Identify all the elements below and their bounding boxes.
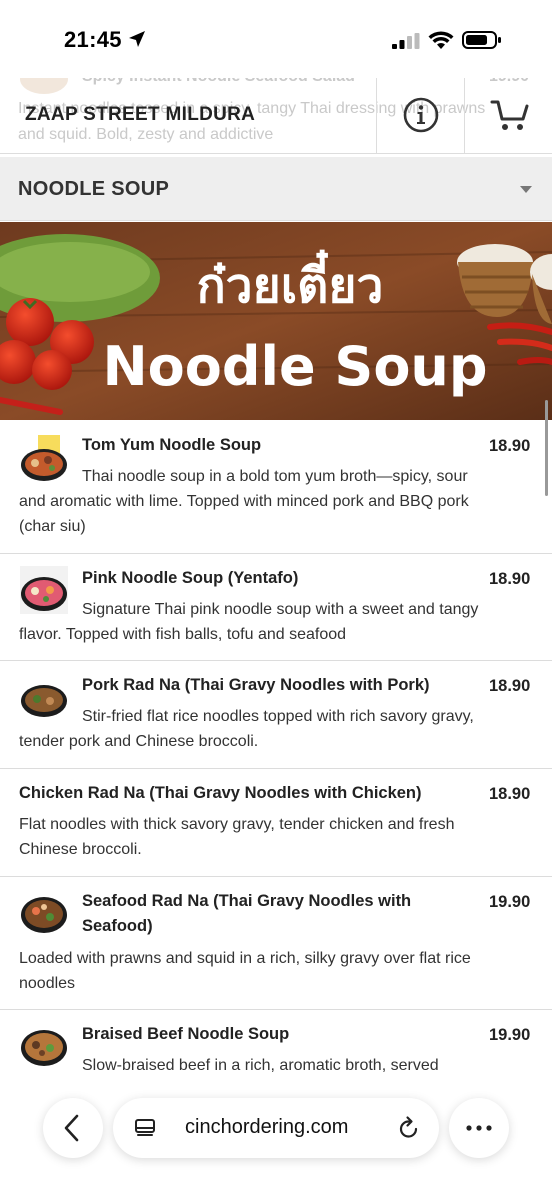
menu-item-seafood-rad-na[interactable]: Seafood Rad Na (Thai Gravy Noodles with … [0, 877, 552, 1010]
banner-english-text: Noodle Soup [102, 335, 487, 398]
cart-icon[interactable] [490, 97, 530, 133]
battery-icon [462, 31, 501, 49]
menu-item-tom-yum-noodle-soup[interactable]: Tom Yum Noodle Soup 18.90 Thai noodle so… [0, 421, 552, 554]
item-price: 18.90 [489, 570, 531, 588]
item-title: Braised Beef Noodle Soup [82, 1025, 290, 1043]
scrollbar[interactable] [545, 400, 548, 496]
menu-item-chicken-rad-na[interactable]: Chicken Rad Na (Thai Gravy Noodles with … [0, 769, 552, 877]
menu-item-pink-noodle-soup[interactable]: Pink Noodle Soup (Yentafo) 18.90 Signatu… [0, 554, 552, 661]
item-description: Stir-fried flat rice noodles topped with… [19, 708, 474, 750]
banner-thai-text: ก๋วยเตี๋ยว [197, 249, 384, 314]
address-bar[interactable]: cinchordering.com [113, 1098, 439, 1158]
info-icon[interactable] [403, 97, 439, 133]
item-price: 18.90 [489, 677, 531, 695]
item-description: Flat noodles with thick savory gravy, te… [19, 816, 455, 858]
dish-thumbnail [21, 1030, 67, 1066]
item-description: Signature Thai pink noodle soup with a s… [19, 601, 479, 643]
restaurant-name: ZAAP STREET MILDURA [25, 104, 256, 125]
dish-thumbnail [21, 897, 67, 933]
category-banner-image: ก๋วยเตี๋ยว Noodle Soup [0, 222, 552, 420]
back-chevron-icon [64, 1114, 79, 1142]
location-arrow-icon [129, 31, 145, 47]
item-description: Slow-braised beef in a rich, aromatic br… [82, 1057, 439, 1074]
tabs-icon[interactable] [133, 1116, 157, 1140]
item-description: Thai noodle soup in a bold tom yum broth… [19, 468, 469, 535]
item-title: Pink Noodle Soup (Yentafo) [82, 569, 299, 587]
item-description: Loaded with prawns and squid in a rich, … [19, 950, 471, 992]
category-header[interactable]: NOODLE SOUP [0, 157, 552, 221]
item-price: 19.90 [489, 1026, 531, 1044]
item-price: 18.90 [489, 437, 531, 455]
header-divider [376, 78, 377, 154]
header-divider [464, 78, 465, 154]
url-text: cinchordering.com [185, 1116, 349, 1138]
menu-item-pork-rad-na[interactable]: Pork Rad Na (Thai Gravy Noodles with Por… [0, 661, 552, 769]
signal-icon [392, 33, 420, 49]
caret-down-icon[interactable] [518, 184, 534, 194]
back-button[interactable] [43, 1098, 103, 1158]
more-icon [466, 1125, 492, 1131]
status-bar: 21:45 [0, 0, 552, 78]
wifi-icon [428, 31, 454, 49]
more-button[interactable] [449, 1098, 509, 1158]
item-title: Chicken Rad Na (Thai Gravy Noodles with … [19, 784, 422, 802]
app-header: ZAAP STREET MILDURA [0, 78, 552, 154]
item-price: 19.90 [489, 893, 531, 911]
status-time: 21:45 [64, 27, 122, 52]
category-title: NOODLE SOUP [18, 178, 170, 200]
reload-icon[interactable] [397, 1115, 421, 1141]
item-title: Seafood Rad Na (Thai Gravy Noodles with … [82, 892, 412, 935]
item-title: Pork Rad Na (Thai Gravy Noodles with Por… [82, 676, 430, 694]
item-price: 18.90 [489, 785, 531, 803]
item-title: Tom Yum Noodle Soup [82, 436, 262, 454]
